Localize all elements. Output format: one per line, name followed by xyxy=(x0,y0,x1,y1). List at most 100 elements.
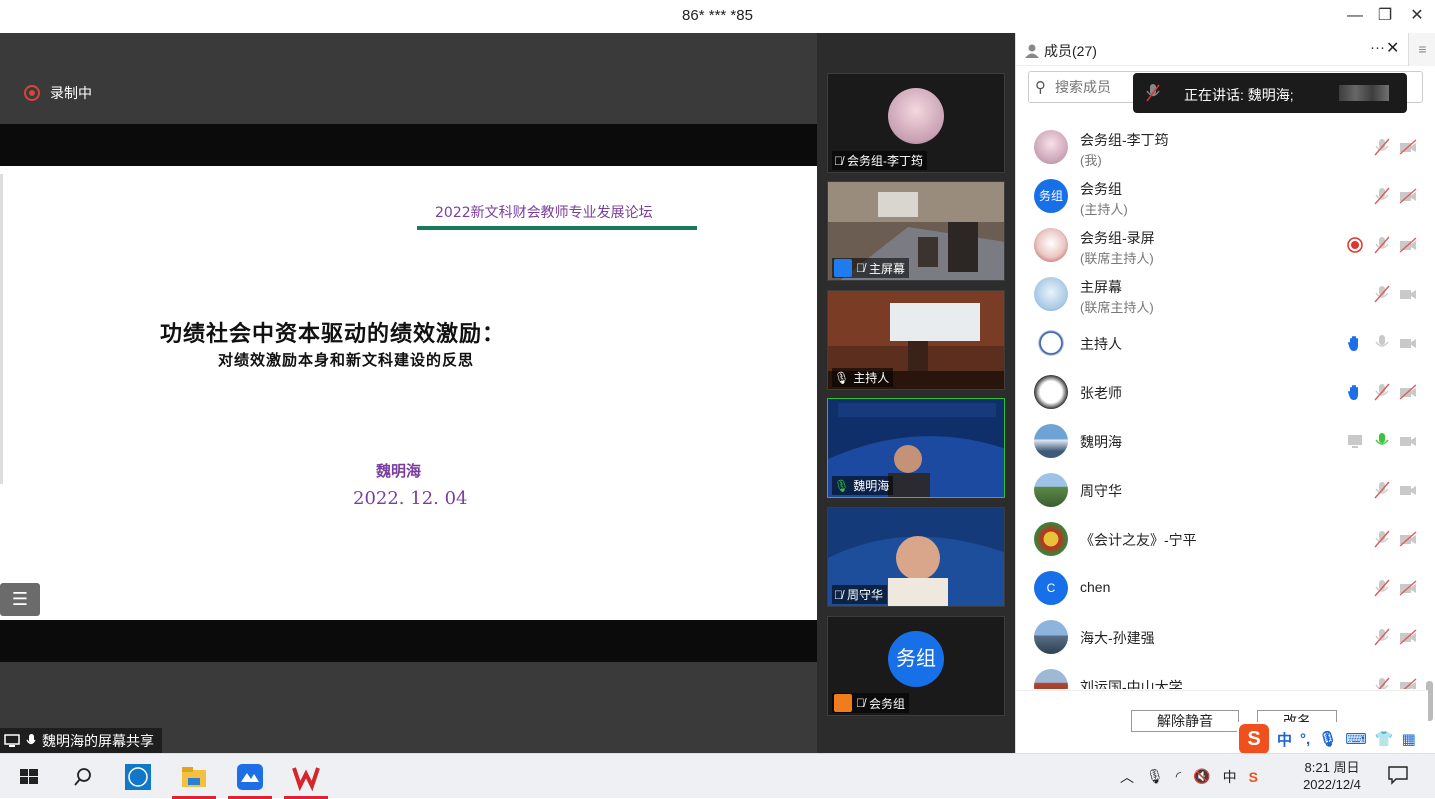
slide-divider xyxy=(417,226,697,230)
screen-share-icon xyxy=(4,733,20,747)
keyboard-icon[interactable]: ⌨ xyxy=(1345,730,1367,748)
file-explorer-icon[interactable] xyxy=(179,762,209,792)
mic-muted-icon: 🎙̸ xyxy=(856,696,865,710)
skin-icon[interactable]: 👕 xyxy=(1375,730,1394,748)
more-icon[interactable]: ··· xyxy=(1370,39,1385,56)
mic-muted-icon: 🎙̸ xyxy=(834,153,843,168)
speaking-text: 正在讲话: 魏明海; xyxy=(1184,87,1294,103)
members-panel: 成员(27) ··· ✕ ≡ ⚲ 正在讲话: 魏明海; 会务组-李丁筠 (我) 务组… xyxy=(1015,33,1435,753)
restore-button[interactable]: ❐ xyxy=(1373,5,1397,27)
mic-muted-icon[interactable] xyxy=(1373,236,1391,254)
cam-on-icon[interactable] xyxy=(1399,481,1417,499)
sogou-logo[interactable]: S xyxy=(1239,724,1269,754)
member-avatar xyxy=(1034,228,1068,262)
members-icon xyxy=(1025,44,1039,58)
share-icon[interactable] xyxy=(1346,432,1364,450)
mic-muted-icon[interactable] xyxy=(1373,579,1391,597)
screen-share-label[interactable]: 魏明海的屏幕共享 xyxy=(0,728,162,753)
member-row[interactable]: 会务组-录屏 (联席主持人) xyxy=(1016,221,1428,270)
cam-off-icon[interactable] xyxy=(1399,138,1417,156)
wifi-icon[interactable]: ◜ xyxy=(1176,768,1181,785)
tencent-meeting-icon[interactable] xyxy=(235,762,265,792)
cam-off-icon[interactable] xyxy=(1399,628,1417,646)
mic-on-icon[interactable] xyxy=(1373,334,1391,352)
ime-mode[interactable]: 中 xyxy=(1277,729,1292,750)
chevron-up-icon[interactable]: ︿ xyxy=(1120,767,1134,787)
volume-muted-icon[interactable]: 🔇 xyxy=(1193,768,1210,785)
slide-date: 2022. 12. 04 xyxy=(353,488,468,509)
member-row[interactable]: 刘运国-中山大学 xyxy=(1016,662,1428,689)
cam-off-icon[interactable] xyxy=(1399,530,1417,548)
video-tile[interactable]: 🎙̸ 周守华 xyxy=(827,507,1005,607)
mic-muted-icon[interactable] xyxy=(1373,677,1391,689)
mic-muted-icon[interactable] xyxy=(1373,138,1391,156)
unmute-all-button[interactable]: 解除静音 xyxy=(1131,710,1239,732)
cam-off-icon[interactable] xyxy=(1399,677,1417,689)
dell-icon[interactable] xyxy=(123,762,153,792)
video-tile[interactable]: 🎙̸ 主屏幕 xyxy=(827,181,1005,281)
cam-off-icon[interactable] xyxy=(1399,187,1417,205)
member-row[interactable]: 会务组-李丁筠 (我) xyxy=(1016,123,1428,172)
list-menu-button[interactable]: ☰ xyxy=(0,583,40,616)
panel-title: 成员(27) xyxy=(1024,41,1097,61)
window-title: 86* *** *85 xyxy=(682,7,753,24)
member-avatar xyxy=(1034,522,1068,556)
member-row[interactable]: 《会计之友》-宁平 xyxy=(1016,515,1428,564)
search-icon[interactable] xyxy=(68,762,98,792)
mic-active-icon[interactable] xyxy=(1373,432,1391,450)
input-language[interactable]: 中 xyxy=(1223,767,1237,787)
cam-off-icon[interactable] xyxy=(1399,383,1417,401)
mic-muted-icon[interactable] xyxy=(1373,383,1391,401)
mic-muted-icon[interactable] xyxy=(1373,530,1391,548)
record-icon[interactable] xyxy=(1346,236,1364,254)
mic-muted-icon: 🎙̸ xyxy=(856,261,865,275)
title-bar: 86* *** *85 — ❐ ✕ xyxy=(0,0,1435,33)
member-row[interactable]: 主屏幕 (联席主持人) xyxy=(1016,270,1428,319)
clock[interactable]: 8:21 周日 2022/12/4 xyxy=(1296,759,1368,793)
video-tile[interactable]: 🎙 主持人 xyxy=(827,290,1005,390)
cam-off-icon[interactable] xyxy=(1399,579,1417,597)
cam-on-icon[interactable] xyxy=(1399,432,1417,450)
cam-off-icon[interactable] xyxy=(1399,236,1417,254)
member-row[interactable]: 张老师 xyxy=(1016,368,1428,417)
search-input[interactable] xyxy=(1055,76,1145,98)
member-name: 刘运国-中山大学 xyxy=(1080,679,1183,689)
sogou-tray-icon[interactable]: S xyxy=(1249,769,1258,785)
voice-icon[interactable]: 🎙 xyxy=(1318,730,1337,748)
avatar: 务组 xyxy=(888,631,944,687)
mic-muted-icon: 🎙̸ xyxy=(834,587,843,602)
video-tile[interactable]: 务组 🎙̸ 会务组 xyxy=(827,616,1005,716)
mic-muted-icon[interactable] xyxy=(1373,187,1391,205)
mic-muted-icon[interactable] xyxy=(1373,481,1391,499)
taskbar: ︿ 🎙 ◜ 🔇 中 S 8:21 周日 2022/12/4 xyxy=(0,753,1435,799)
close-button[interactable]: ✕ xyxy=(1405,5,1429,27)
cam-on-icon[interactable] xyxy=(1399,334,1417,352)
recording-indicator[interactable]: 录制中 xyxy=(24,83,92,103)
mic-muted-icon[interactable] xyxy=(1373,628,1391,646)
windows-start-icon[interactable] xyxy=(14,762,44,792)
punctuation-icon[interactable]: °, xyxy=(1300,731,1310,748)
hand-icon[interactable] xyxy=(1346,383,1364,401)
cam-on-icon[interactable] xyxy=(1399,285,1417,303)
member-row[interactable]: 务组 会务组 (主持人) xyxy=(1016,172,1428,221)
notification-icon[interactable] xyxy=(1387,765,1409,785)
member-row[interactable]: Cchen xyxy=(1016,564,1428,613)
member-row[interactable]: 周守华 xyxy=(1016,466,1428,515)
member-avatar: C xyxy=(1034,571,1068,605)
mic-icon[interactable]: 🎙 xyxy=(1146,768,1164,785)
close-panel-icon[interactable]: ✕ xyxy=(1386,38,1399,58)
panel-menu-icon[interactable]: ≡ xyxy=(1408,33,1435,66)
toolbox-icon[interactable]: ▦ xyxy=(1402,730,1416,748)
member-avatar xyxy=(1034,277,1068,311)
mic-muted-icon[interactable] xyxy=(1373,285,1391,303)
video-tile-active[interactable]: 🎙 魏明海 xyxy=(827,398,1005,498)
wps-icon[interactable] xyxy=(291,762,321,792)
hand-icon[interactable] xyxy=(1346,334,1364,352)
member-row[interactable]: 海大-孙建强 xyxy=(1016,613,1428,662)
video-tile[interactable]: 🎙̸ 会务组-李丁筠 xyxy=(827,73,1005,173)
slide-edge xyxy=(0,174,3,484)
member-row[interactable]: 魏明海 xyxy=(1016,417,1428,466)
minimize-button[interactable]: — xyxy=(1343,5,1367,27)
member-name: 主屏幕 xyxy=(1080,279,1122,295)
member-row[interactable]: 主持人 xyxy=(1016,319,1428,368)
